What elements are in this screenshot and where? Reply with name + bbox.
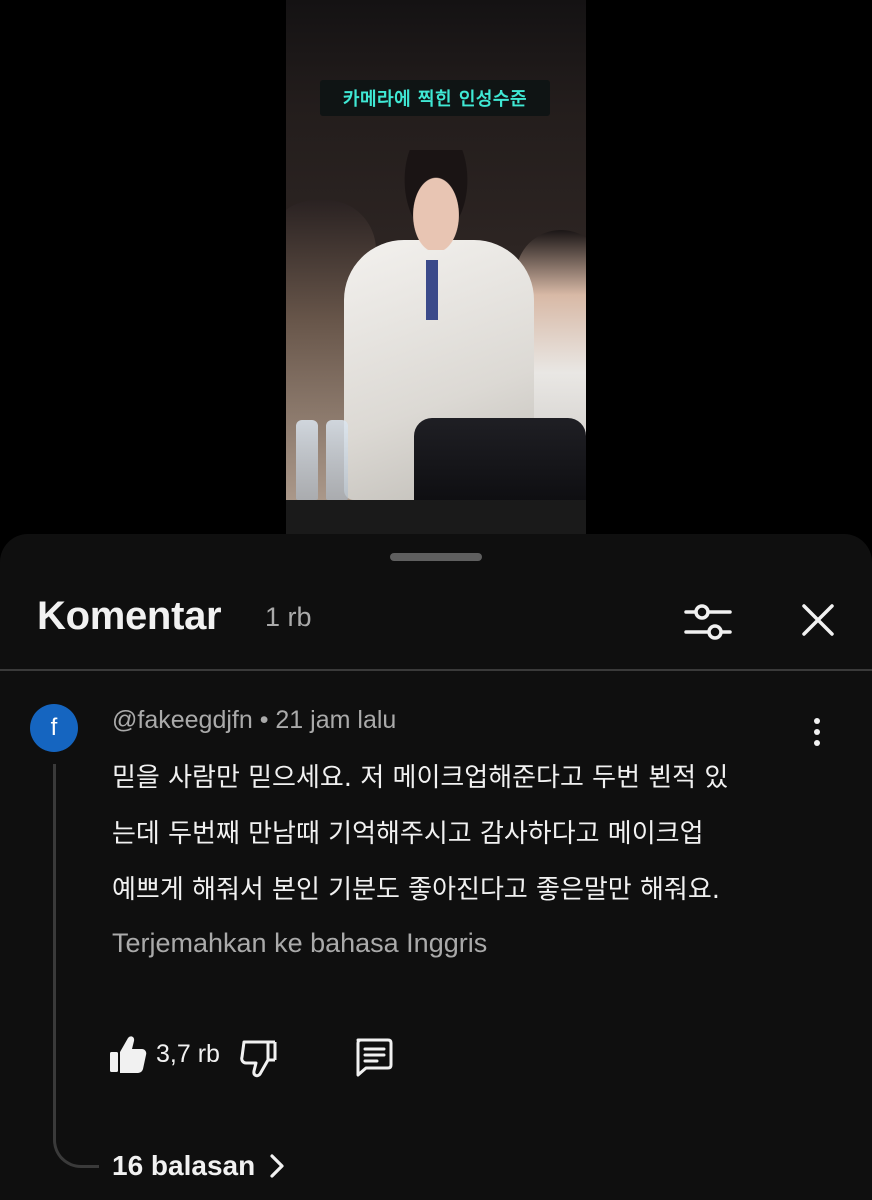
header-divider bbox=[0, 669, 872, 671]
close-icon bbox=[802, 604, 834, 636]
reply-button[interactable] bbox=[352, 1036, 394, 1078]
more-options-button[interactable] bbox=[800, 710, 834, 754]
comment-actions: 3,7 rb bbox=[108, 1034, 408, 1078]
kebab-dot bbox=[814, 740, 820, 746]
thumbs-down-icon bbox=[240, 1040, 277, 1078]
meta-separator: • bbox=[252, 706, 276, 734]
video-chair bbox=[414, 418, 586, 508]
drag-handle[interactable] bbox=[390, 553, 482, 561]
comment-author[interactable]: @fakeegdjfn bbox=[112, 706, 253, 734]
comment-text-line: 예쁘게 해줘서 본인 기분도 좋아진다고 좋은말만 해줘요. bbox=[112, 875, 721, 905]
video-bottom-bar bbox=[286, 500, 586, 534]
dislike-button[interactable] bbox=[238, 1036, 278, 1078]
like-button[interactable] bbox=[108, 1034, 148, 1076]
comments-header: Komentar 1 rb bbox=[0, 586, 872, 666]
kebab-dot bbox=[814, 729, 820, 735]
filter-button[interactable] bbox=[676, 592, 740, 652]
avatar-letter: f bbox=[50, 714, 58, 741]
comment-text-line: 믿을 사람만 믿으세요. 저 메이크업해준다고 두번 뵌적 있 bbox=[112, 763, 729, 793]
video-tie bbox=[426, 260, 438, 320]
chevron-right-icon bbox=[270, 1154, 284, 1178]
video-water-bottle bbox=[326, 420, 348, 500]
comment-time: 21 jam lalu bbox=[275, 706, 397, 734]
screen: 카메라에 찍힌 인성수준 Komentar 1 rb f @fakeegdjfn… bbox=[0, 0, 872, 1200]
comment-text: 믿을 사람만 믿으세요. 저 메이크업해준다고 두번 뵌적 있 는데 두번째 만… bbox=[112, 750, 832, 918]
video-head bbox=[396, 150, 476, 250]
close-button[interactable] bbox=[790, 590, 846, 650]
comment-meta: @fakeegdjfn • 21 jam lalu bbox=[112, 706, 396, 735]
replies-label: 16 balasan bbox=[112, 1150, 256, 1181]
like-count: 3,7 rb bbox=[156, 1040, 220, 1068]
thread-line bbox=[53, 764, 99, 1168]
view-replies-button[interactable]: 16 balasan bbox=[112, 1146, 285, 1186]
comments-sheet: Komentar 1 rb f @fakeegdjfn • 21 jam lal… bbox=[0, 534, 872, 1200]
comments-count: 1 rb bbox=[265, 602, 312, 632]
thumbs-up-icon bbox=[110, 1036, 147, 1073]
kebab-dot bbox=[814, 718, 820, 724]
video-water-bottle bbox=[296, 420, 318, 500]
sliders-icon bbox=[684, 604, 732, 640]
comment-bubble-icon bbox=[356, 1038, 393, 1077]
video-caption: 카메라에 찍힌 인성수준 bbox=[320, 80, 550, 116]
comments-title: Komentar bbox=[37, 594, 222, 638]
video-player[interactable]: 카메라에 찍힌 인성수준 bbox=[286, 0, 586, 534]
comment-text-line: 는데 두번째 만남때 기억해주시고 감사하다고 메이크업 bbox=[112, 819, 704, 849]
translate-link[interactable]: Terjemahkan ke bahasa Inggris bbox=[112, 928, 487, 959]
avatar[interactable]: f bbox=[30, 704, 78, 752]
